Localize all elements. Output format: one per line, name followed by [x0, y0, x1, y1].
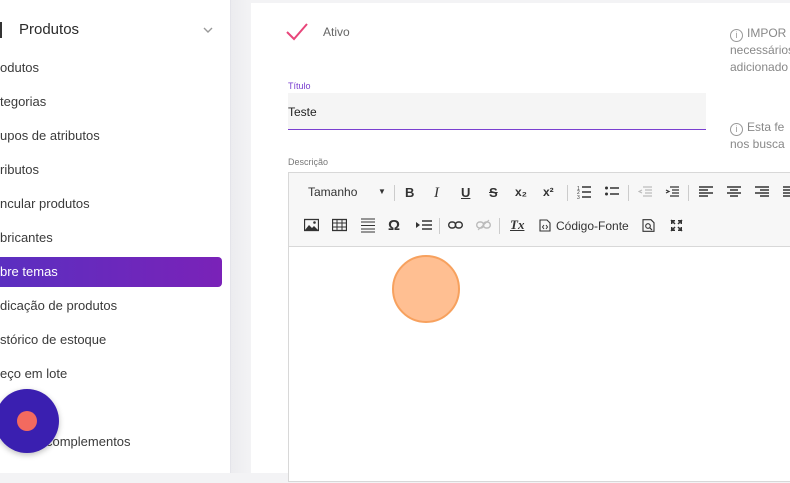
- checkmark-icon[interactable]: [286, 22, 308, 42]
- source-code-button[interactable]: Código-Fonte: [556, 219, 629, 233]
- chevron-down-icon[interactable]: [202, 24, 214, 36]
- note-line: necessários: [730, 43, 790, 57]
- sidebar-item-label: complementos: [46, 434, 131, 449]
- editor-toolbar: Tamanho ▼ B I U S x₂ x² 123 Ω Tx Código-…: [289, 173, 790, 247]
- sidebar-item[interactable]: stórico de estoque: [0, 325, 222, 355]
- strikethrough-button[interactable]: S: [489, 185, 498, 200]
- source-code-icon[interactable]: [539, 219, 551, 232]
- font-size-select[interactable]: Tamanho: [308, 185, 357, 199]
- align-right-icon[interactable]: [755, 185, 769, 199]
- title-field-label: Título: [288, 81, 311, 91]
- bold-button[interactable]: B: [405, 185, 414, 200]
- align-left-icon[interactable]: [699, 185, 713, 199]
- caret-down-icon[interactable]: ▼: [378, 187, 386, 196]
- outdent-icon[interactable]: [638, 185, 652, 199]
- editor-content-area[interactable]: [289, 247, 790, 483]
- sidebar-item-label: tegorias: [0, 94, 47, 109]
- toolbar-separator: [567, 185, 568, 201]
- italic-button[interactable]: I: [434, 185, 439, 202]
- note-line: nos busca: [730, 137, 785, 151]
- underline-button[interactable]: U: [461, 185, 470, 200]
- remove-format-button[interactable]: Tx: [510, 217, 524, 233]
- toolbar-separator: [688, 185, 689, 201]
- sidebar-item[interactable]: bre temas: [0, 257, 222, 287]
- preview-icon[interactable]: [642, 219, 655, 232]
- sidebar-item-label: stórico de estoque: [0, 332, 107, 347]
- subscript-button[interactable]: x₂: [515, 185, 527, 199]
- bullet-list-icon[interactable]: [605, 185, 619, 199]
- sidebar-item-label: ncular produtos: [0, 196, 90, 211]
- toolbar-separator: [499, 218, 500, 234]
- sidebar-item[interactable]: ributos: [0, 155, 222, 185]
- sidebar-item-label: bre temas: [0, 264, 58, 279]
- fullscreen-icon[interactable]: [670, 219, 683, 232]
- fab-dot-icon: [17, 411, 37, 431]
- rich-text-editor: Tamanho ▼ B I U S x₂ x² 123 Ω Tx Código-…: [288, 172, 790, 482]
- top-divider: [251, 0, 790, 3]
- numbered-list-icon[interactable]: 123: [577, 185, 591, 199]
- sidebar-item[interactable]: upos de atributos: [0, 121, 222, 151]
- sidebar-item-label: odutos: [0, 60, 40, 75]
- toolbar-separator: [439, 218, 440, 234]
- note-line: Esta fe: [747, 120, 785, 134]
- sidebar-item[interactable]: odutos: [0, 53, 222, 83]
- sidebar-item-label: upos de atributos: [0, 128, 100, 143]
- sidebar-item-label: ributos: [0, 162, 40, 177]
- image-icon[interactable]: [304, 218, 319, 232]
- svg-text:3: 3: [577, 195, 580, 199]
- sidebar-item[interactable]: tegorias: [0, 87, 222, 117]
- title-input[interactable]: [288, 93, 706, 130]
- section-marker: [0, 22, 2, 38]
- sidebar-item-label: eço em lote: [0, 366, 68, 381]
- align-center-icon[interactable]: [727, 185, 741, 199]
- align-justify-icon[interactable]: [783, 185, 790, 199]
- special-character-button[interactable]: Ω: [388, 217, 400, 234]
- info-icon: i: [730, 123, 743, 136]
- active-label: Ativo: [323, 25, 350, 39]
- sidebar-section-products[interactable]: Produtos: [0, 6, 231, 52]
- sidebar-section-title: Produtos: [19, 21, 80, 38]
- table-icon[interactable]: [332, 218, 347, 232]
- sidebar-shadow: [231, 0, 251, 473]
- sidebar-item[interactable]: eço em lote: [0, 359, 222, 389]
- unlink-icon[interactable]: [476, 219, 491, 231]
- link-icon[interactable]: [448, 219, 463, 231]
- note-line: IMPOR: [747, 26, 787, 40]
- description-label: Descrição: [288, 157, 329, 167]
- sidebar-item-label: bricantes: [0, 230, 53, 245]
- important-note: i IMPOR necessários adicionado: [730, 25, 790, 76]
- sidebar-item-label: dicação de produtos: [0, 298, 118, 313]
- indent-icon[interactable]: [665, 185, 679, 199]
- sidebar-item[interactable]: dicação de produtos: [0, 291, 222, 321]
- sidebar-item[interactable]: ncular produtos: [0, 189, 222, 219]
- sidebar-item[interactable]: bricantes: [0, 223, 222, 253]
- feature-note: i Esta fe nos busca: [730, 119, 785, 153]
- title-input-value[interactable]: Teste: [288, 105, 317, 119]
- click-indicator: [392, 255, 460, 323]
- toolbar-separator: [628, 185, 629, 201]
- superscript-button[interactable]: x²: [543, 185, 554, 199]
- insert-block-icon[interactable]: [416, 218, 432, 232]
- toolbar-separator: [394, 185, 395, 201]
- note-line: adicionado: [730, 60, 789, 74]
- horizontal-rule-icon[interactable]: [361, 218, 375, 233]
- info-icon: i: [730, 29, 743, 42]
